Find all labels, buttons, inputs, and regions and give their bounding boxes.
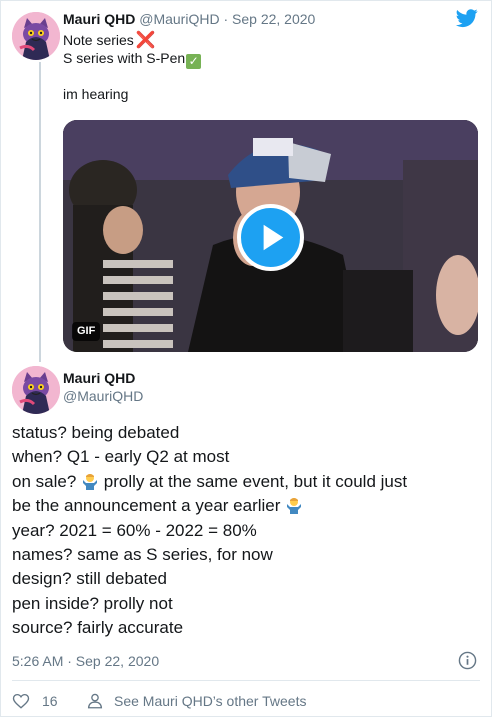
tweet1-line: Note series ❌ (63, 32, 156, 49)
divider (12, 680, 480, 681)
thread-connector-line (39, 62, 41, 362)
tweet2-line: status? being debated (12, 423, 180, 442)
cat-avatar-icon (12, 12, 60, 60)
tweet2-line: pen inside? prolly not (12, 593, 173, 613)
tweet1-line (63, 67, 201, 85)
author-name[interactable]: Mauri QHD (63, 369, 135, 387)
see-other-tweets-link[interactable]: See Mauri QHD’s other Tweets (86, 690, 306, 712)
author-name[interactable]: Mauri QHD (63, 11, 135, 27)
avatar[interactable] (12, 12, 60, 60)
person-shrugging-emoji (83, 473, 98, 490)
like-count: 16 (42, 693, 58, 709)
like-button[interactable]: 16 (12, 690, 58, 712)
play-icon (263, 224, 284, 251)
tweet2-line: design? still debated (12, 569, 168, 589)
heart-icon (12, 693, 30, 709)
author-handle[interactable]: @MauriQHD (63, 387, 143, 405)
header-separator: · (223, 11, 229, 27)
twitter-bird-icon[interactable] (454, 7, 480, 29)
tweet2-text: status? being debated when? Q1 - early Q… (12, 421, 407, 641)
tweet1-text: Note series ❌ S series with S-Pen ✓ im hea… (63, 31, 202, 103)
gif-badge: GIF (72, 322, 101, 341)
tweet-timestamp[interactable]: 5:26 AM · Sep 22, 2020 (12, 652, 159, 670)
tweet1-line: im hearing (63, 86, 129, 102)
tweet2-line: on sale? prolly at the same event, but i… (12, 471, 408, 491)
tweet-date[interactable]: Sep 22, 2020 (232, 11, 315, 27)
person-shrugging-emoji (287, 498, 302, 515)
see-other-tweets-label: See Mauri QHD’s other Tweets (114, 693, 307, 709)
check-mark-emoji: ✓ (186, 54, 202, 69)
tweet1-header: Mauri QHD @MauriQHD · Sep 22, 2020 (63, 10, 315, 28)
cat-avatar-icon (12, 366, 60, 414)
author-handle[interactable]: @MauriQHD (139, 11, 219, 27)
tweet2-line: source? fairly accurate (12, 618, 184, 638)
tweet1-line: S series with S-Pen ✓ (63, 49, 202, 69)
tweet2-line: year? 2021 = 60% - 2022 = 80% (12, 520, 257, 540)
tweet2-line: be the announcement a year earlier (12, 494, 407, 518)
play-button[interactable] (237, 204, 304, 271)
avatar[interactable] (12, 366, 60, 414)
tweet2-line: names? same as S series, for now (12, 544, 273, 564)
cross-mark-emoji: ❌ (135, 32, 156, 49)
person-icon (87, 693, 103, 709)
info-icon[interactable] (458, 651, 477, 670)
tweet2-line: when? Q1 - early Q2 at most (12, 447, 230, 467)
